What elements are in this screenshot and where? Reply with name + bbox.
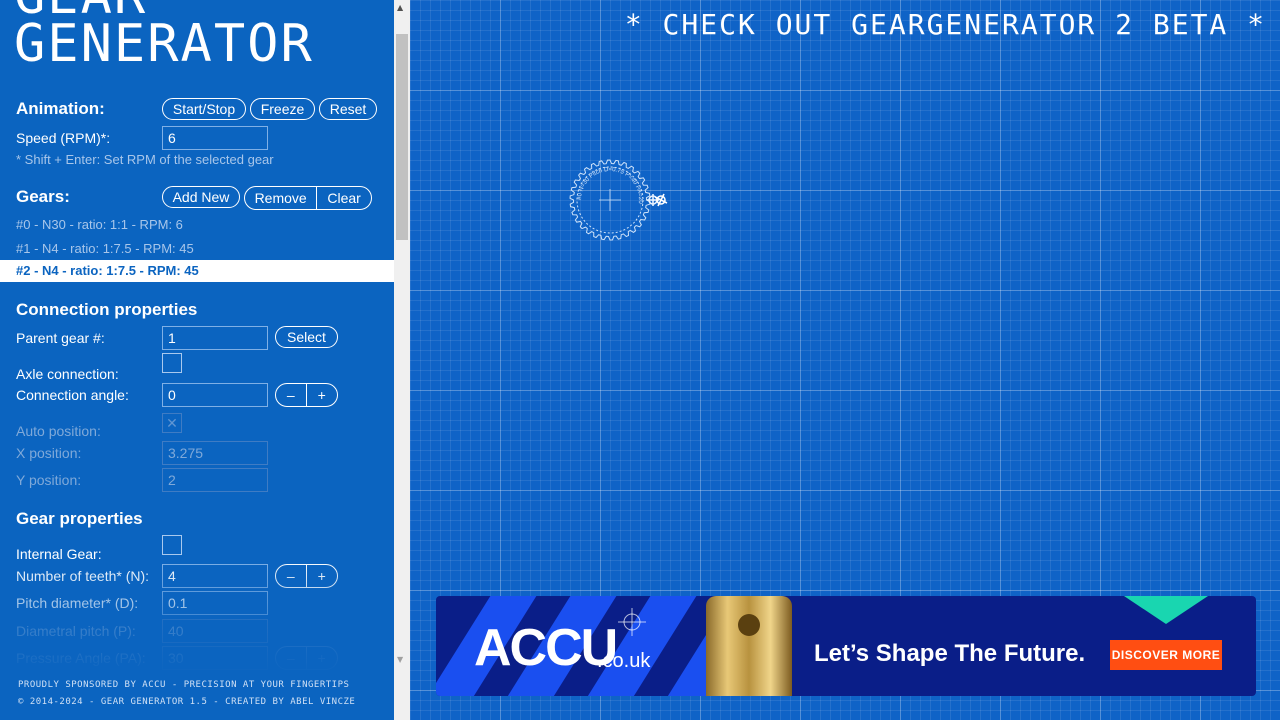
brass-gear-image — [706, 596, 792, 696]
teeth-label: Number of teeth* (N): — [16, 568, 150, 584]
gear-drawing[interactable]: #0 N=30 Pitch D=0.75 P=40 PA=20 — [560, 150, 680, 250]
pressure-angle-label: Pressure Angle (PA): — [16, 650, 146, 666]
parent-gear-input[interactable]: 1 — [162, 326, 268, 350]
ad-tagline: Let’s Shape The Future. — [814, 640, 1086, 667]
gear-0-center-crosshair-icon — [599, 189, 621, 211]
speed-label: Speed (RPM)*: — [16, 130, 111, 146]
accu-logo-suffix: .co.uk — [597, 650, 651, 672]
connection-angle-stepper: – + — [275, 383, 338, 407]
accu-logo: ACCU — [474, 619, 618, 677]
teeth-increment-button[interactable]: + — [305, 565, 337, 587]
gear-list-item-2[interactable]: #2 - N4 - ratio: 1:7.5 - RPM: 45 — [0, 260, 394, 282]
auto-position-label: Auto position: — [16, 423, 101, 439]
y-position-input[interactable]: 2 — [162, 468, 268, 492]
gear-properties-title: Gear properties — [16, 509, 143, 528]
internal-gear-label: Internal Gear: — [16, 546, 102, 562]
connection-angle-label: Connection angle: — [16, 387, 129, 403]
animation-title: Animation: — [16, 99, 105, 118]
scroll-up-arrow-icon[interactable]: ▲ — [397, 3, 403, 12]
gear-list-item-0[interactable]: #0 - N30 - ratio: 1:1 - RPM: 6 — [0, 214, 394, 236]
diametral-pitch-label: Diametral pitch (P): — [16, 623, 136, 639]
internal-gear-checkbox[interactable] — [162, 535, 182, 555]
x-position-label: X position: — [16, 445, 82, 461]
pitch-diameter-input[interactable]: 0.1 — [162, 591, 268, 615]
gears-title: Gears: — [16, 187, 70, 206]
sidebar: GEAR GENERATOR Animation: Start/Stop Fre… — [0, 0, 394, 720]
angle-decrement-button[interactable]: – — [276, 384, 306, 406]
axle-connection-label: Axle connection: — [16, 366, 119, 382]
teeth-input[interactable]: 4 — [162, 564, 268, 588]
logo-line-2: GENERATOR — [14, 14, 314, 74]
start-stop-button[interactable]: Start/Stop — [162, 98, 246, 120]
select-parent-button[interactable]: Select — [275, 326, 338, 348]
y-position-label: Y position: — [16, 472, 82, 488]
auto-position-checkbox[interactable]: ✕ — [162, 413, 182, 433]
crosshair-icon — [618, 608, 646, 636]
pressure-angle-input[interactable]: 30 — [162, 646, 268, 670]
sidebar-scrollbar[interactable]: ▲ ▼ — [394, 0, 410, 720]
geargenerator-2-beta-link[interactable]: * CHECK OUT GEARGENERATOR 2 BETA * — [625, 8, 1266, 41]
gear-list-item-1[interactable]: #1 - N4 - ratio: 1:7.5 - RPM: 45 — [0, 238, 394, 260]
accu-advertisement[interactable]: ACCU .co.uk Let’s Shape The Future. DISC… — [436, 596, 1256, 696]
freeze-button[interactable]: Freeze — [250, 98, 315, 120]
connection-properties-title: Connection properties — [16, 300, 198, 319]
add-new-gear-button[interactable]: Add New — [162, 186, 240, 208]
axle-connection-checkbox[interactable] — [162, 353, 182, 373]
pressure-decrement-button[interactable]: – — [276, 647, 306, 669]
reset-button[interactable]: Reset — [319, 98, 377, 120]
speed-input[interactable]: 6 — [162, 126, 268, 150]
teeth-decrement-button[interactable]: – — [276, 565, 306, 587]
connection-angle-input[interactable]: 0 — [162, 383, 268, 407]
remove-gear-button[interactable]: Remove — [245, 187, 316, 209]
scrollbar-thumb[interactable] — [396, 34, 408, 240]
speed-hint: * Shift + Enter: Set RPM of the selected… — [16, 152, 274, 167]
teeth-stepper: – + — [275, 564, 338, 588]
footer-copyright: © 2014-2024 - GEAR GENERATOR 1.5 - CREAT… — [18, 697, 356, 707]
pressure-increment-button[interactable]: + — [305, 647, 337, 669]
diametral-pitch-input[interactable]: 40 — [162, 619, 268, 643]
remove-clear-group: Remove Clear — [244, 186, 372, 210]
discover-more-button[interactable]: DISCOVER MORE — [1110, 640, 1222, 670]
pitch-diameter-label: Pitch diameter* (D): — [16, 595, 139, 611]
gear-2[interactable] — [654, 193, 668, 207]
scroll-down-arrow-icon[interactable]: ▼ — [397, 655, 403, 664]
clear-gears-button[interactable]: Clear — [316, 187, 371, 209]
angle-increment-button[interactable]: + — [305, 384, 337, 406]
ad-accent-triangle — [1124, 596, 1208, 624]
x-position-input[interactable]: 3.275 — [162, 441, 268, 465]
footer-sponsor: PROUDLY SPONSORED BY ACCU - PRECISION AT… — [18, 680, 350, 690]
pressure-angle-stepper: – + — [275, 646, 338, 670]
parent-gear-label: Parent gear #: — [16, 330, 105, 346]
